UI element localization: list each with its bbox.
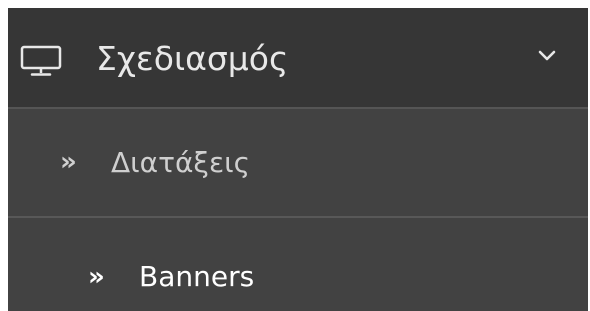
menu-item-label: Διατάξεις bbox=[111, 146, 251, 179]
menu-item-layouts[interactable]: » Διατάξεις bbox=[8, 109, 588, 218]
sidebar-menu: Σχεδιασμός » Διατάξεις » Banners bbox=[8, 8, 588, 311]
double-chevron-right-icon: » bbox=[60, 147, 77, 177]
menu-item-label: Banners bbox=[139, 260, 255, 293]
menu-section-design[interactable]: Σχεδιασμός bbox=[8, 8, 588, 109]
menu-item-banners[interactable]: » Banners bbox=[8, 218, 588, 311]
menu-section-title: Σχεδιασμός bbox=[96, 39, 289, 78]
double-chevron-right-icon: » bbox=[88, 262, 105, 292]
